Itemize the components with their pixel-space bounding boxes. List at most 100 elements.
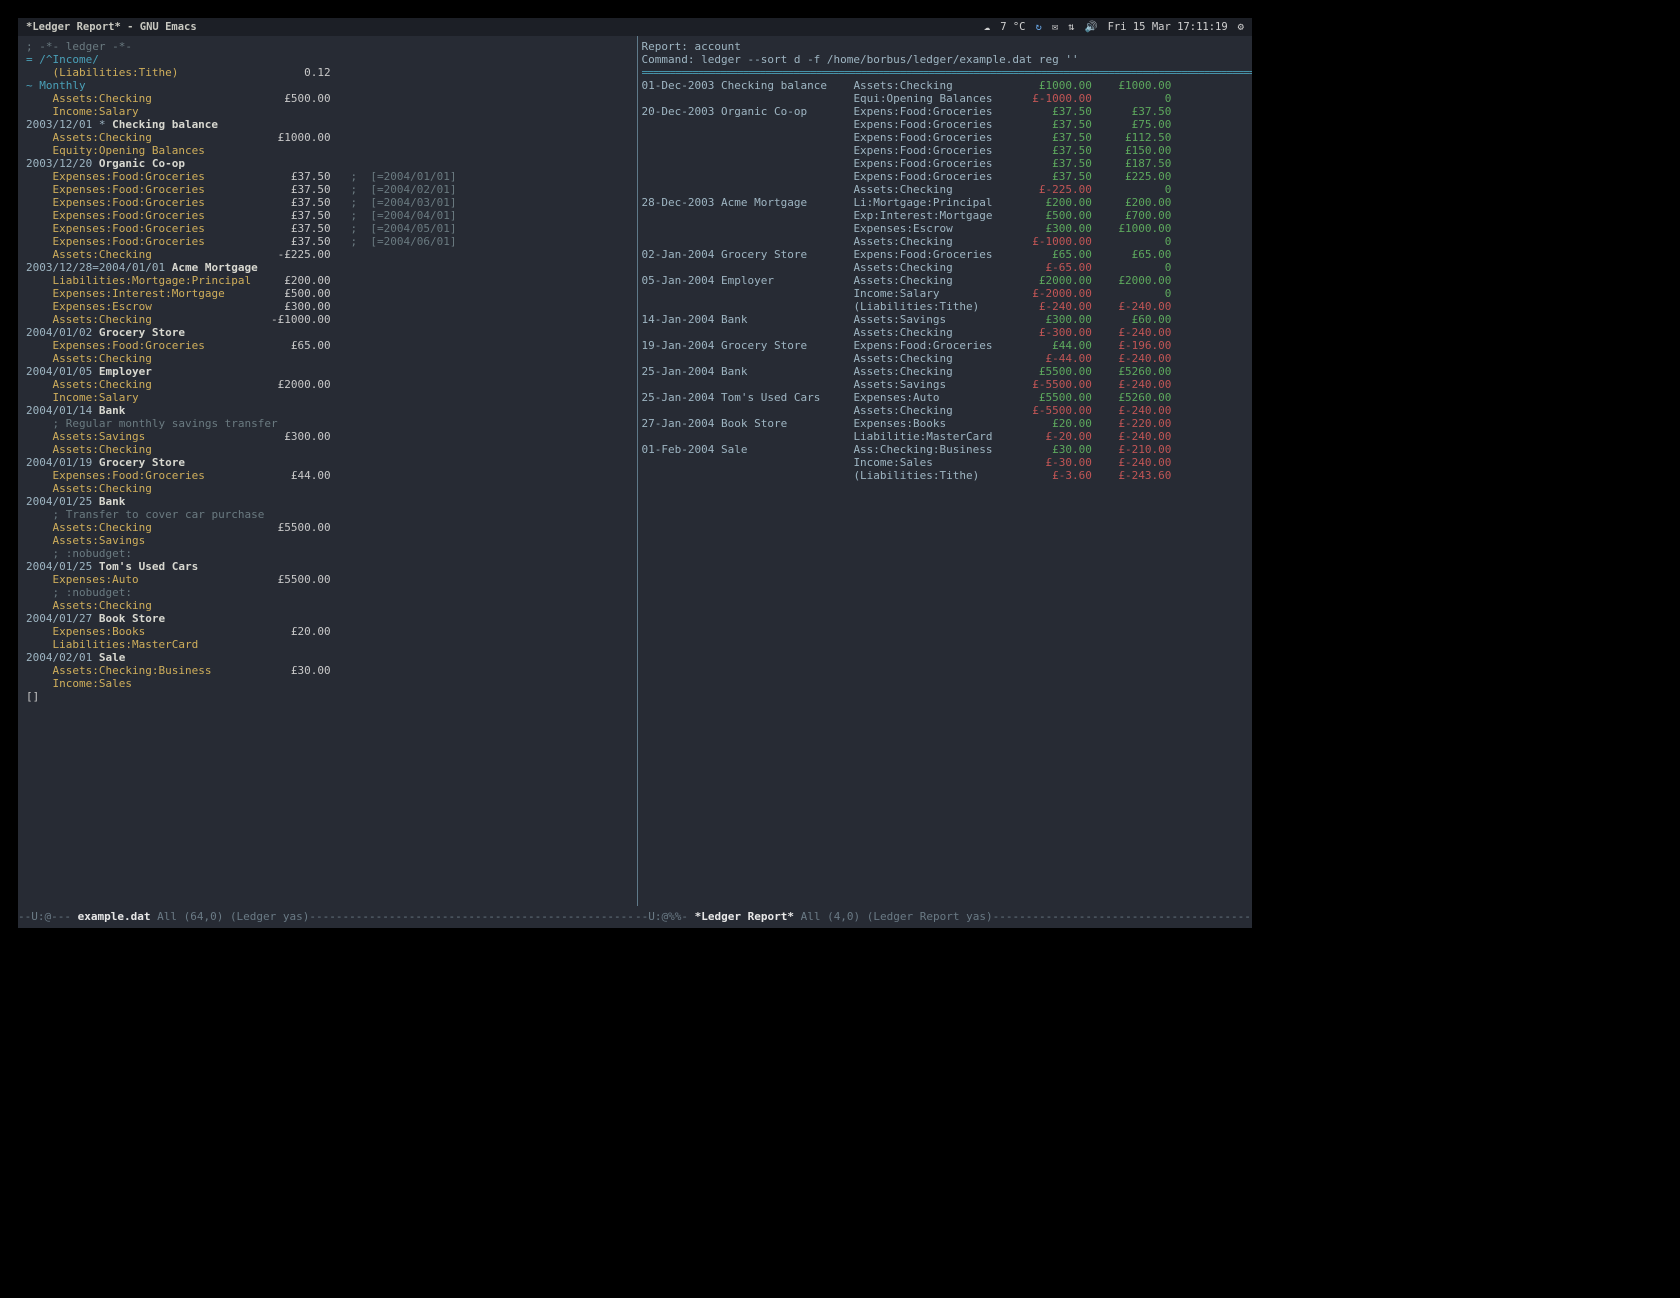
report-row: 02-Jan-2004 Grocery Store Expens:Food:Gr… bbox=[642, 248, 1245, 261]
report-row: Equi:Opening Balances £-1000.00 0 bbox=[642, 92, 1245, 105]
source-line: (Liabilities:Tithe) 0.12 bbox=[26, 66, 629, 79]
source-line: Expenses:Food:Groceries £37.50 ; [=2004/… bbox=[26, 170, 629, 183]
source-line: Income:Salary bbox=[26, 391, 629, 404]
report-row: Expens:Food:Groceries £37.50 £150.00 bbox=[642, 144, 1245, 157]
mail-icon[interactable]: ✉ bbox=[1052, 18, 1058, 36]
source-line: Assets:Checking £500.00 bbox=[26, 92, 629, 105]
panel-tray: ☁ 7 °C ↻ ✉ ⇅ 🔊 Fri 15 Mar 17:11:19 ⚙ bbox=[984, 18, 1244, 36]
report-row: 14-Jan-2004 Bank Assets:Savings £300.00 … bbox=[642, 313, 1245, 326]
report-row: 28-Dec-2003 Acme Mortgage Li:Mortgage:Pr… bbox=[642, 196, 1245, 209]
report-row: 27-Jan-2004 Book Store Expenses:Books £2… bbox=[642, 417, 1245, 430]
source-line: Expenses:Food:Groceries £37.50 ; [=2004/… bbox=[26, 235, 629, 248]
report-row: Expens:Food:Groceries £37.50 £187.50 bbox=[642, 157, 1245, 170]
emacs-frame: *Ledger Report* - GNU Emacs ☁ 7 °C ↻ ✉ ⇅… bbox=[18, 18, 1252, 928]
report-row: Expens:Food:Groceries £37.50 £225.00 bbox=[642, 170, 1245, 183]
volume-icon[interactable]: 🔊 bbox=[1084, 18, 1097, 36]
modeline-bar: --U:@--- example.dat All (64,0) (Ledger … bbox=[18, 906, 1252, 928]
datetime: Fri 15 Mar 17:11:19 bbox=[1108, 18, 1228, 36]
report-divider: ========================================… bbox=[642, 66, 1245, 79]
source-line: 2004/01/25 Bank bbox=[26, 495, 629, 508]
source-line: = /^Income/ bbox=[26, 53, 629, 66]
source-line: Assets:Checking bbox=[26, 443, 629, 456]
report-row: 01-Dec-2003 Checking balance Assets:Chec… bbox=[642, 79, 1245, 92]
source-line: Assets:Checking -£1000.00 bbox=[26, 313, 629, 326]
source-line: 2003/12/20 Organic Co-op bbox=[26, 157, 629, 170]
ledger-source-buffer[interactable]: ; -*- ledger -*-= /^Income/ (Liabilities… bbox=[18, 36, 637, 906]
report-command: Command: ledger --sort d -f /home/borbus… bbox=[642, 53, 1245, 66]
report-row: 05-Jan-2004 Employer Assets:Checking £20… bbox=[642, 274, 1245, 287]
source-line: 2004/01/14 Bank bbox=[26, 404, 629, 417]
source-line: Assets:Checking £1000.00 bbox=[26, 131, 629, 144]
source-line: ; :nobudget: bbox=[26, 586, 629, 599]
source-line: 2004/01/25 Tom's Used Cars bbox=[26, 560, 629, 573]
settings-icon[interactable]: ⚙ bbox=[1238, 18, 1244, 36]
source-line: 2004/01/19 Grocery Store bbox=[26, 456, 629, 469]
report-row: Assets:Savings £-5500.00 £-240.00 bbox=[642, 378, 1245, 391]
source-line: Assets:Checking £5500.00 bbox=[26, 521, 629, 534]
report-row: Assets:Checking £-300.00 £-240.00 bbox=[642, 326, 1245, 339]
report-row: Expens:Food:Groceries £37.50 £75.00 bbox=[642, 118, 1245, 131]
source-line: Assets:Checking:Business £30.00 bbox=[26, 664, 629, 677]
report-row: Income:Sales £-30.00 £-240.00 bbox=[642, 456, 1245, 469]
source-line: ; -*- ledger -*- bbox=[26, 40, 629, 53]
source-line: Income:Sales bbox=[26, 677, 629, 690]
report-title: Report: account bbox=[642, 40, 1245, 53]
report-row: Assets:Checking £-1000.00 0 bbox=[642, 235, 1245, 248]
source-line: 2004/01/02 Grocery Store bbox=[26, 326, 629, 339]
source-line: Expenses:Escrow £300.00 bbox=[26, 300, 629, 313]
source-line: Assets:Checking bbox=[26, 599, 629, 612]
modeline-left: --U:@--- example.dat All (64,0) (Ledger … bbox=[18, 906, 635, 928]
source-line: 2003/12/01 * Checking balance bbox=[26, 118, 629, 131]
report-row: Expens:Food:Groceries £37.50 £112.50 bbox=[642, 131, 1245, 144]
report-row: 25-Jan-2004 Bank Assets:Checking £5500.0… bbox=[642, 365, 1245, 378]
weather-text: 7 °C bbox=[1000, 18, 1025, 36]
report-row: Exp:Interest:Mortgage £500.00 £700.00 bbox=[642, 209, 1245, 222]
source-line: Income:Salary bbox=[26, 105, 629, 118]
report-row: Assets:Checking £-65.00 0 bbox=[642, 261, 1245, 274]
source-line: 2003/12/28=2004/01/01 Acme Mortgage bbox=[26, 261, 629, 274]
weather-icon: ☁ bbox=[984, 18, 990, 36]
source-line: Assets:Savings £300.00 bbox=[26, 430, 629, 443]
source-line: Expenses:Food:Groceries £44.00 bbox=[26, 469, 629, 482]
report-row: Expenses:Escrow £300.00 £1000.00 bbox=[642, 222, 1245, 235]
source-line: Expenses:Food:Groceries £65.00 bbox=[26, 339, 629, 352]
source-line: Expenses:Auto £5500.00 bbox=[26, 573, 629, 586]
report-row: Liabilitie:MasterCard £-20.00 £-240.00 bbox=[642, 430, 1245, 443]
source-line: Assets:Checking -£225.00 bbox=[26, 248, 629, 261]
source-line: Expenses:Interest:Mortgage £500.00 bbox=[26, 287, 629, 300]
source-line: Expenses:Food:Groceries £37.50 ; [=2004/… bbox=[26, 222, 629, 235]
source-line: ; :nobudget: bbox=[26, 547, 629, 560]
refresh-icon[interactable]: ↻ bbox=[1036, 18, 1042, 36]
source-line: 2004/02/01 Sale bbox=[26, 651, 629, 664]
editor-area: ; -*- ledger -*-= /^Income/ (Liabilities… bbox=[18, 36, 1252, 906]
titlebar: *Ledger Report* - GNU Emacs ☁ 7 °C ↻ ✉ ⇅… bbox=[18, 18, 1252, 36]
network-icon[interactable]: ⇅ bbox=[1068, 18, 1074, 36]
report-row: 25-Jan-2004 Tom's Used Cars Expenses:Aut… bbox=[642, 391, 1245, 404]
window-title: *Ledger Report* - GNU Emacs bbox=[26, 18, 197, 36]
source-line: Liabilities:MasterCard bbox=[26, 638, 629, 651]
source-line: Expenses:Food:Groceries £37.50 ; [=2004/… bbox=[26, 196, 629, 209]
report-row: (Liabilities:Tithe) £-240.00 £-240.00 bbox=[642, 300, 1245, 313]
source-line: Assets:Checking bbox=[26, 352, 629, 365]
report-row: Assets:Checking £-5500.00 £-240.00 bbox=[642, 404, 1245, 417]
source-line: Assets:Savings bbox=[26, 534, 629, 547]
report-row: 19-Jan-2004 Grocery Store Expens:Food:Gr… bbox=[642, 339, 1245, 352]
source-line: Expenses:Food:Groceries £37.50 ; [=2004/… bbox=[26, 209, 629, 222]
source-line: Expenses:Books £20.00 bbox=[26, 625, 629, 638]
report-row: Assets:Checking £-225.00 0 bbox=[642, 183, 1245, 196]
modeline-right: --U:@%%- *Ledger Report* All (4,0) (Ledg… bbox=[635, 906, 1252, 928]
report-row: (Liabilities:Tithe) £-3.60 £-243.60 bbox=[642, 469, 1245, 482]
report-row: 01-Feb-2004 Sale Ass:Checking:Business £… bbox=[642, 443, 1245, 456]
source-line: Assets:Checking £2000.00 bbox=[26, 378, 629, 391]
source-line: [] bbox=[26, 690, 629, 703]
source-line: ; Regular monthly savings transfer bbox=[26, 417, 629, 430]
source-line: 2004/01/05 Employer bbox=[26, 365, 629, 378]
source-line: Assets:Checking bbox=[26, 482, 629, 495]
source-line: Liabilities:Mortgage:Principal £200.00 bbox=[26, 274, 629, 287]
source-line: Equity:Opening Balances bbox=[26, 144, 629, 157]
report-row: Income:Salary £-2000.00 0 bbox=[642, 287, 1245, 300]
source-line: 2004/01/27 Book Store bbox=[26, 612, 629, 625]
ledger-report-buffer[interactable]: Report: accountCommand: ledger --sort d … bbox=[637, 36, 1253, 906]
source-line: Expenses:Food:Groceries £37.50 ; [=2004/… bbox=[26, 183, 629, 196]
report-row: Assets:Checking £-44.00 £-240.00 bbox=[642, 352, 1245, 365]
